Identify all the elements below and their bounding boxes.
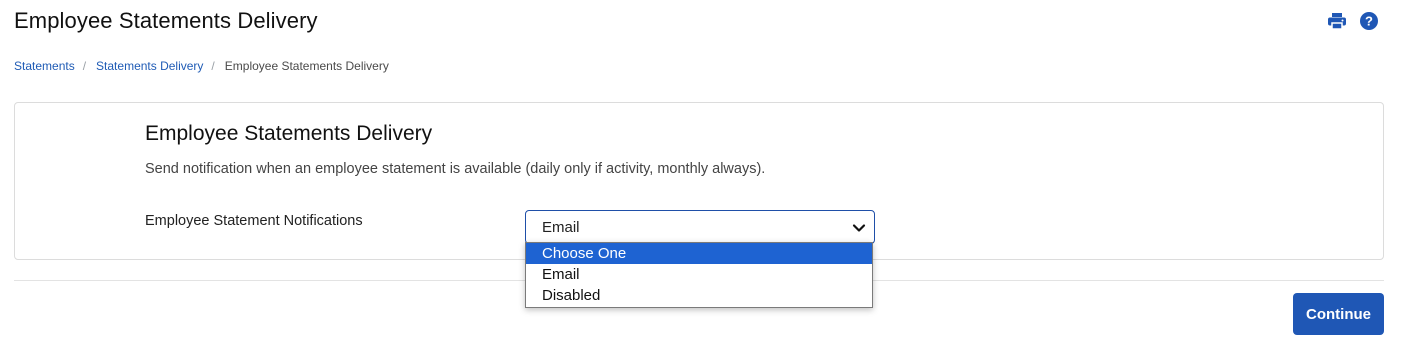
- notifications-dropdown-list: Choose One Email Disabled: [525, 242, 873, 308]
- page: Employee Statements Delivery ? Statement…: [0, 0, 1416, 358]
- breadcrumb-statements-delivery-link[interactable]: Statements Delivery: [96, 59, 203, 73]
- select-current-value: Email: [542, 219, 580, 236]
- settings-card: Employee Statements Delivery Send notifi…: [14, 102, 1384, 260]
- help-icon[interactable]: ?: [1358, 10, 1380, 32]
- svg-text:?: ?: [1365, 14, 1373, 29]
- top-toolbar: ?: [1326, 10, 1380, 32]
- continue-button[interactable]: Continue: [1293, 293, 1384, 335]
- breadcrumb-separator: /: [82, 59, 87, 73]
- breadcrumb-statements-link[interactable]: Statements: [14, 59, 75, 73]
- option-disabled[interactable]: Disabled: [526, 285, 872, 306]
- card-description: Send notification when an employee state…: [145, 161, 766, 177]
- option-choose-one[interactable]: Choose One: [526, 243, 872, 264]
- notifications-select[interactable]: Email: [525, 210, 875, 244]
- print-icon[interactable]: [1326, 10, 1348, 32]
- card-title: Employee Statements Delivery: [145, 122, 433, 145]
- notifications-field-label: Employee Statement Notifications: [145, 213, 363, 229]
- breadcrumb-separator: /: [211, 59, 215, 73]
- page-title: Employee Statements Delivery: [14, 8, 318, 33]
- breadcrumb: Statements / Statements Delivery / Emplo…: [14, 59, 389, 73]
- option-email[interactable]: Email: [526, 264, 872, 285]
- chevron-down-icon: [852, 221, 866, 235]
- breadcrumb-current: Employee Statements Delivery: [224, 59, 389, 73]
